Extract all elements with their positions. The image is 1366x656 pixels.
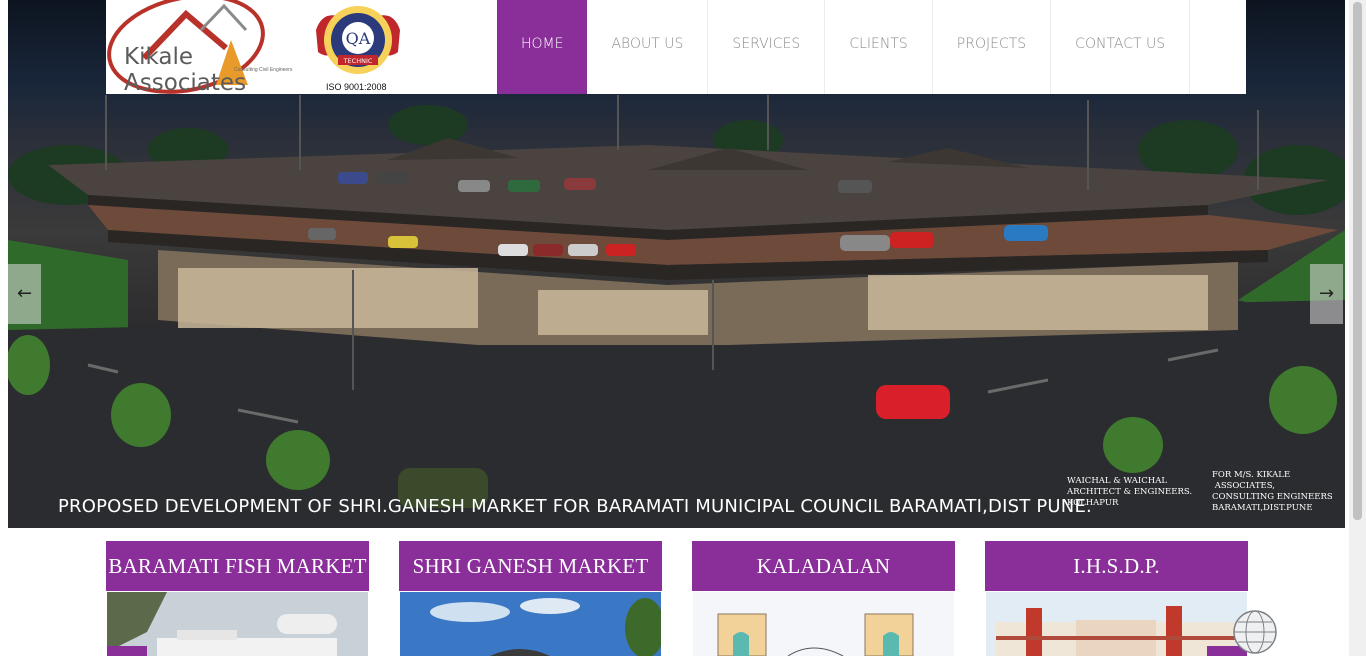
project-card-title: KALADALAN — [692, 541, 955, 591]
vertical-scrollbar[interactable] — [1349, 0, 1366, 656]
svg-text:QA: QA — [346, 29, 371, 48]
scrollbar-thumb[interactable] — [1353, 2, 1362, 520]
nav-services[interactable]: SERVICES — [708, 0, 826, 94]
iso-certification: ISO 9001:2008 — [326, 82, 387, 92]
logo-tagline: Consulting Civil Engineers — [234, 67, 293, 73]
nav-about-us[interactable]: ABOUT US — [587, 0, 709, 94]
qa-seal-icon: QA TECHNIC — [316, 6, 400, 74]
slider-next-button[interactable]: → — [1310, 264, 1343, 324]
main-nav: HOME ABOUT US SERVICES CLIENTS PROJECTS … — [497, 0, 1191, 94]
project-card-title: SHRI GANESH MARKET — [399, 541, 662, 591]
slider-credit-consultant: FOR M/S. KIKALE ASSOCIATES, CONSULTING E… — [1212, 470, 1333, 513]
arrow-left-icon: ← — [16, 283, 33, 304]
project-card-image — [693, 592, 954, 656]
project-card-image — [107, 592, 368, 656]
project-card-ganesh-market[interactable]: SHRI GANESH MARKET — [399, 541, 662, 656]
slider-caption: PROPOSED DEVELOPMENT OF SHRI.GANESH MARK… — [58, 496, 1092, 517]
slider-prev-button[interactable]: ← — [8, 264, 41, 324]
nav-clients[interactable]: CLIENTS — [825, 0, 933, 94]
svg-text:TECHNIC: TECHNIC — [343, 57, 373, 65]
project-card-fish-market[interactable]: BARAMATI FISH MARKET — [106, 541, 369, 656]
arrow-right-icon: → — [1318, 283, 1335, 304]
project-card-image — [986, 592, 1247, 656]
brand-logo[interactable]: Kikale Associates Consulting Civil Engin… — [106, 0, 311, 96]
globe-icon[interactable] — [1232, 609, 1278, 655]
nav-contact-us[interactable]: CONTACT US — [1051, 0, 1191, 94]
nav-home[interactable]: HOME — [497, 0, 588, 94]
qa-seal: QA TECHNIC — [308, 0, 408, 94]
project-card-title: I.H.S.D.P. — [985, 541, 1248, 591]
project-card-image — [400, 592, 661, 656]
site-header: Kikale Associates Consulting Civil Engin… — [106, 0, 1246, 96]
project-card-kaladalan[interactable]: KALADALAN — [692, 541, 955, 656]
page: ← → PROPOSED DEVELOPMENT OF SHRI.GANESH … — [0, 0, 1366, 656]
project-card-ihsdp[interactable]: I.H.S.D.P. — [985, 541, 1248, 656]
slider-credit-architect: WAICHAL & WAICHAL ARCHITECT & ENGINEERS.… — [1067, 476, 1193, 508]
project-card-title: BARAMATI FISH MARKET — [106, 541, 369, 591]
nav-projects[interactable]: PROJECTS — [933, 0, 1052, 94]
